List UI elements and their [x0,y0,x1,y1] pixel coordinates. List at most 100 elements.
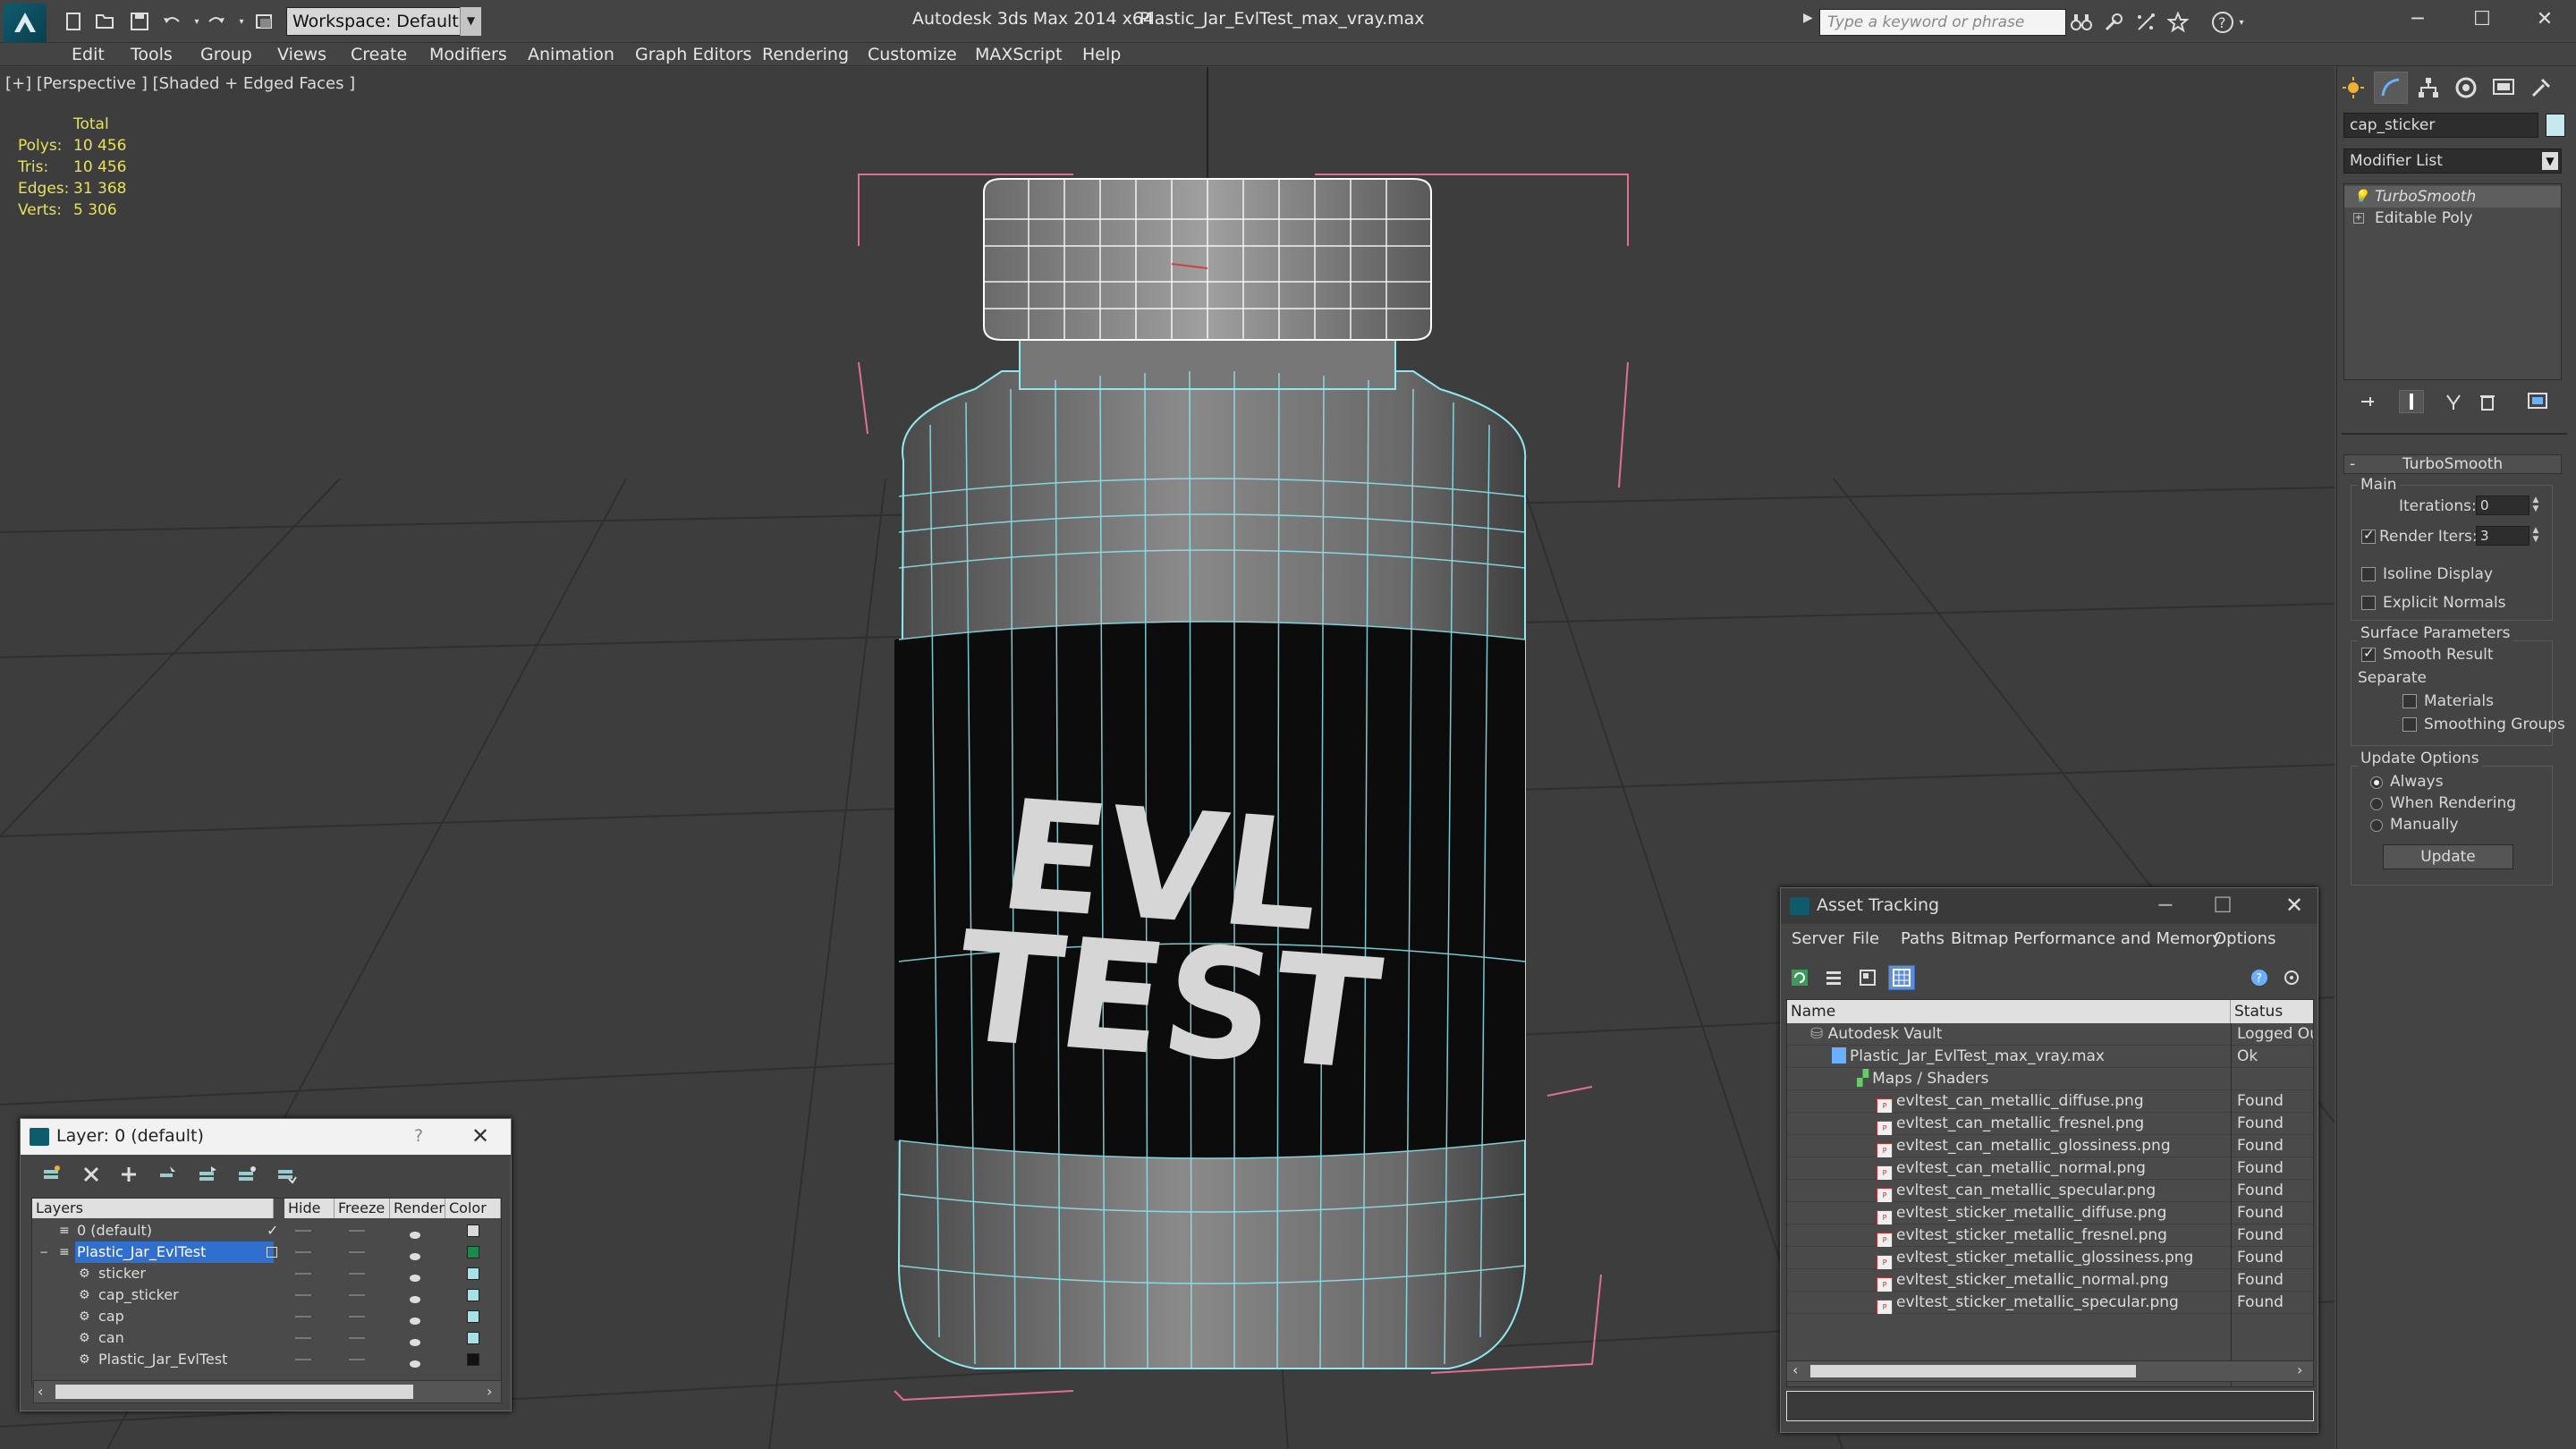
layer-row[interactable]: ⚙ Plastic_Jar_EvlTest [32,1349,501,1370]
hide-toggle[interactable] [295,1230,311,1232]
explicit-normals-checkbox[interactable] [2361,596,2376,610]
column-header-freeze[interactable]: Freeze [335,1199,390,1218]
make-unique-icon[interactable] [2444,392,2463,411]
object-name[interactable]: can [98,1327,124,1349]
layer-color-swatch[interactable] [467,1267,479,1280]
object-name[interactable]: cap [98,1306,124,1327]
object-name[interactable]: cap_sticker [98,1284,179,1306]
remove-modifier-icon[interactable] [2478,392,2497,411]
modify-tab-icon[interactable] [2374,72,2408,104]
add-to-layer-icon[interactable] [115,1162,142,1187]
layer-color-swatch[interactable] [467,1310,479,1323]
asset-row[interactable]: Pevltest_sticker_metallic_specular.png Fo… [1787,1292,2313,1314]
minimize-icon[interactable]: ─ [2148,890,2183,922]
spinner-arrows-icon[interactable]: ▲ ▼ [2529,496,2542,515]
turbosmooth-rollout-header[interactable]: - TurboSmooth [2343,454,2562,474]
hide-toggle[interactable] [295,1294,311,1296]
favorites-star-icon[interactable] [2165,11,2191,34]
object-name-field[interactable]: cap_sticker [2343,113,2538,138]
open-file-icon[interactable] [93,9,118,34]
hide-toggle[interactable] [295,1273,311,1275]
hide-toggle[interactable] [295,1359,311,1360]
scrollbar-thumb[interactable] [1810,1365,2136,1377]
maximize-icon[interactable]: ☐ [2205,890,2241,922]
utilities-tab-icon[interactable] [2524,72,2558,104]
layer-row[interactable]: ⚙ cap [32,1306,501,1327]
scroll-right-icon[interactable]: › [487,1383,492,1400]
menu-help[interactable]: Help [1082,43,1121,66]
column-header-render[interactable]: Render [390,1199,445,1218]
layer-name[interactable]: Plastic_Jar_EvlTest [75,1241,274,1263]
menu-graph-editors[interactable]: Graph Editors [635,43,751,66]
undo-icon[interactable] [159,9,184,34]
asset-row[interactable]: Plastic_Jar_EvlTest_max_vray.max Ok [1787,1046,2313,1068]
create-tab-icon[interactable] [2336,72,2370,104]
teapot-icon[interactable] [408,1289,422,1303]
scrollbar-thumb[interactable] [55,1385,413,1399]
redo-icon[interactable] [204,9,229,34]
column-header-status[interactable]: Status [2231,1000,2313,1023]
freeze-toggle[interactable] [349,1273,365,1275]
asset-row[interactable]: Pevltest_can_metallic_normal.png Found [1787,1157,2313,1180]
teapot-icon[interactable] [408,1353,422,1368]
when-rendering-radio[interactable] [2370,798,2383,810]
asset-menu-server[interactable]: Server [1792,929,1844,948]
list-view-icon[interactable] [1820,965,1847,990]
help-icon[interactable]: ? [414,1126,423,1146]
teapot-icon[interactable] [408,1224,422,1239]
teapot-icon[interactable] [408,1267,422,1282]
layer-row[interactable]: ≡ 0 (default) ✓ [32,1220,501,1241]
freeze-toggle[interactable] [349,1251,365,1253]
motion-tab-icon[interactable] [2449,72,2483,104]
layer-row[interactable]: ⚙ cap_sticker [32,1284,501,1306]
scroll-left-icon[interactable]: ‹ [1792,1361,1798,1378]
asset-row[interactable]: Pevltest_can_metallic_fresnel.png Found [1787,1113,2313,1135]
delete-layer-icon[interactable] [78,1162,105,1187]
asset-menu-file[interactable]: File [1852,929,1879,948]
object-name[interactable]: Plastic_Jar_EvlTest [98,1349,227,1370]
settings-icon[interactable] [2278,965,2305,990]
configure-modifier-sets-icon[interactable] [2526,390,2551,413]
stack-item-turbosmooth[interactable]: 💡 TurboSmooth [2344,186,2561,208]
layer-row[interactable]: ⚙ can [32,1327,501,1349]
maximize-icon[interactable]: ☐ [2454,4,2510,38]
asset-row[interactable]: Pevltest_sticker_metallic_fresnel.png Fou… [1787,1224,2313,1247]
freeze-toggle[interactable] [349,1337,365,1339]
asset-menu-paths[interactable]: Paths [1901,929,1945,948]
viewport-label-menu[interactable]: [+] [Perspective ] [Shaded + Edged Faces… [5,74,355,93]
teapot-icon[interactable] [408,1310,422,1325]
asset-row[interactable]: Pevltest_can_metallic_diffuse.png Found [1787,1090,2313,1113]
subscription-center-icon[interactable] [2100,11,2127,34]
layer-window-title[interactable]: Layer: 0 (default) [21,1119,511,1155]
close-icon[interactable]: ✕ [462,1121,498,1153]
render-iters-checkbox[interactable] [2361,527,2376,544]
layer-color-swatch[interactable] [467,1224,479,1237]
workspace-dropdown[interactable]: Workspace: Default [286,7,481,36]
help-dropdown-icon[interactable]: ▾ [2234,11,2249,34]
binoculars-icon[interactable] [2068,11,2095,34]
search-input[interactable]: Type a keyword or phrase [1819,9,2066,36]
column-header-color[interactable]: Color [445,1199,501,1218]
horizontal-scrollbar[interactable]: ‹ › [33,1380,502,1403]
menu-maxscript[interactable]: MAXScript [975,43,1063,66]
asset-menu-options[interactable]: Options [2214,929,2275,948]
minimize-icon[interactable]: ─ [2390,4,2445,38]
chevron-down-icon[interactable]: ▼ [460,7,481,36]
hide-toggle[interactable] [295,1337,311,1339]
help-icon[interactable]: ? [2246,965,2273,990]
column-header-name[interactable]: Name [1787,1000,2231,1023]
pin-stack-icon[interactable] [2358,392,2377,411]
isoline-display-checkbox[interactable] [2361,567,2376,581]
layer-name[interactable]: 0 (default) [77,1220,152,1241]
layer-row[interactable]: − ≡ Plastic_Jar_EvlTest [32,1241,501,1263]
teapot-icon[interactable] [408,1332,422,1346]
detail-view-icon[interactable] [1854,965,1881,990]
asset-row[interactable]: Pevltest_sticker_metallic_normal.png Foun… [1787,1269,2313,1292]
scroll-right-icon[interactable]: › [2297,1361,2302,1378]
asset-row[interactable]: Pevltest_can_metallic_specular.png Found [1787,1180,2313,1202]
new-file-icon[interactable] [61,9,86,34]
app-menu-button[interactable] [4,4,47,43]
always-radio[interactable] [2370,776,2383,789]
create-layer-icon[interactable] [38,1162,65,1187]
close-icon[interactable]: ✕ [2517,4,2572,38]
